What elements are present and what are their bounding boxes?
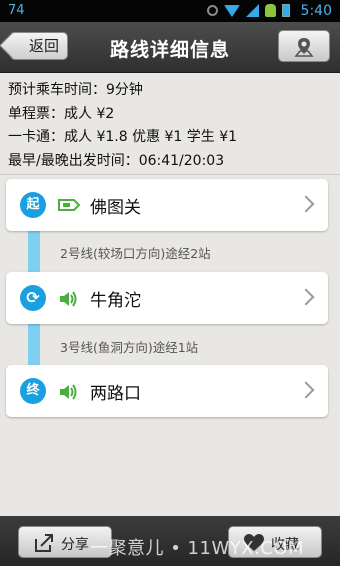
alarm-icon (207, 5, 218, 16)
stop-name: 佛图关 (90, 198, 141, 218)
stop-card-transfer[interactable]: ⟳ 牛角沱 (6, 272, 328, 324)
title-bar: 返回 路线详细信息 (0, 22, 340, 73)
stop-card-start[interactable]: 起 佛图关 (6, 179, 328, 231)
segment-info: 2号线(较场口方向)途经2站 (60, 246, 211, 261)
route-summary: 预计乘车时间：9分钟 单程票：成人 ¥2 一卡通：成人 ¥1.8 优惠 ¥1 学… (8, 79, 237, 173)
clock: 5:40 (300, 3, 332, 19)
battery-icon (282, 4, 290, 17)
end-marker: 终 (20, 378, 46, 404)
status-bar: 74 5:40 (0, 0, 340, 22)
chevron-right-icon (297, 381, 315, 399)
speaker-icon (60, 291, 77, 307)
signal-icon (246, 4, 259, 17)
travel-time: 预计乘车时间：9分钟 (8, 82, 143, 98)
speaker-icon (60, 384, 77, 400)
map-button[interactable] (278, 30, 330, 62)
share-label: 分享 (61, 537, 89, 553)
chevron-right-icon (297, 288, 315, 306)
single-ticket-price: 单程票：成人 ¥2 (8, 105, 115, 122)
wifi-icon (224, 4, 240, 17)
share-icon (35, 534, 53, 552)
stop-name: 牛角沱 (90, 291, 141, 311)
start-marker: 起 (20, 192, 46, 218)
status-icons (207, 4, 290, 17)
ticket-icon (58, 199, 80, 211)
watermark: 一聚意儿 • 11WYX.COM (90, 538, 305, 559)
segment-info: 3号线(鱼洞方向)途经1站 (60, 340, 199, 355)
android-icon (265, 4, 276, 17)
chevron-right-icon (297, 195, 315, 213)
map-pin-icon (294, 38, 314, 57)
stop-card-end[interactable]: 终 两路口 (6, 365, 328, 417)
notification-count: 74 (8, 3, 25, 18)
divider (0, 174, 340, 175)
card-fare: 一卡通：成人 ¥1.8 优惠 ¥1 学生 ¥1 (8, 129, 238, 145)
stop-name: 两路口 (90, 384, 141, 404)
first-last-departure: 最早/最晚出发时间：06:41/20:03 (8, 152, 225, 169)
transfer-icon: ⟳ (20, 285, 46, 311)
